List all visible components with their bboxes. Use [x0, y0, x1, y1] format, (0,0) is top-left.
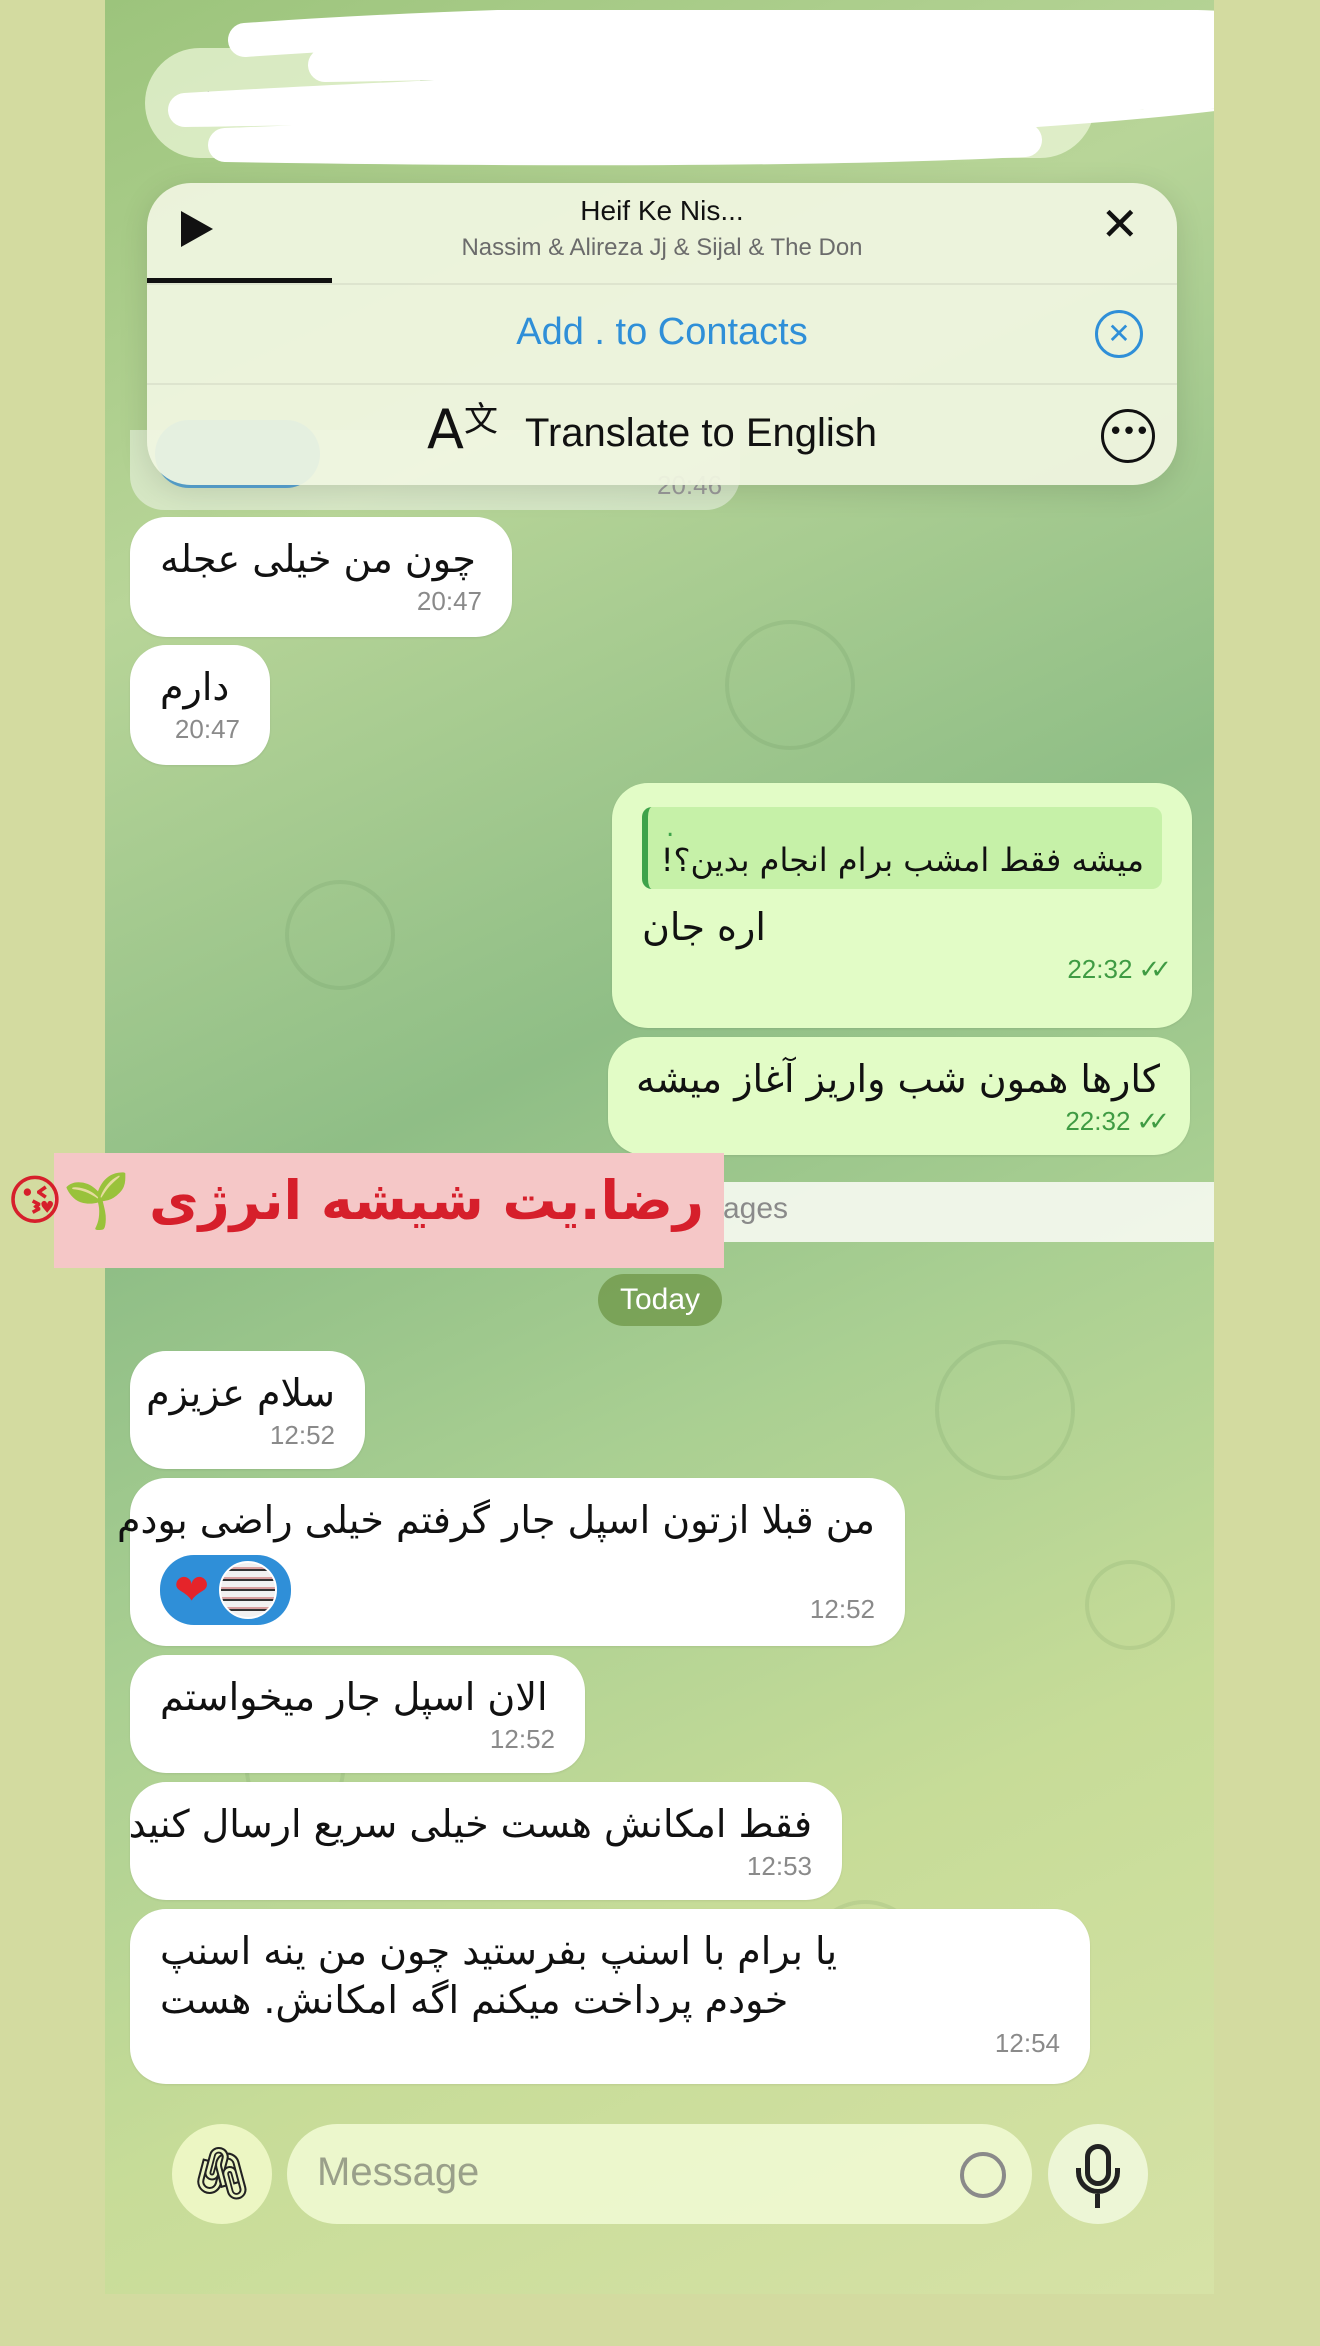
outgoing-message[interactable]: کارها همون شب واریز آغاز میشه 22:32 ✓✓ [608, 1037, 1190, 1155]
message-time: 12:52 [809, 1594, 875, 1625]
message-placeholder: Message [317, 2150, 480, 2194]
incoming-message[interactable]: الان اسپل جار میخواستم 12:52 [130, 1655, 585, 1773]
music-player-bar[interactable]: Heif Ke Nis... Nassim & Alireza Jj & Sij… [147, 183, 1177, 283]
incoming-message[interactable]: دارم 20:47 [130, 645, 270, 765]
reactor-avatar [219, 1561, 278, 1620]
message-time: 20:47 [174, 714, 240, 745]
message-text: الان اسپل جار میخواستم [160, 1675, 548, 1719]
translate-bar[interactable]: A文 Translate to English ••• [147, 383, 1177, 483]
wallpaper-doodle [1085, 1560, 1175, 1650]
message-text: سلام عزیزم [146, 1371, 335, 1415]
more-options-icon[interactable]: ••• [1101, 409, 1155, 463]
wallpaper-doodle [935, 1340, 1075, 1480]
message-time: 20:47 [416, 586, 482, 617]
wallpaper-doodle [725, 620, 855, 750]
heart-reaction-icon: ❤ [174, 1565, 210, 1615]
unread-label: ages [723, 1192, 789, 1225]
message-text: فقط امکانش هست خیلی سریع ارسال کنید [128, 1802, 812, 1846]
song-title: Heif Ke Nis... [580, 195, 744, 226]
message-status: 22:32 ✓✓ [638, 1106, 1169, 1137]
dismiss-icon[interactable]: ✕ [1095, 310, 1143, 358]
translate-label[interactable]: Translate to English [525, 411, 877, 456]
add-contact-bar[interactable]: Add . to Contacts ✕ [147, 283, 1177, 383]
date-separator: Today [598, 1274, 723, 1326]
sticker-icon[interactable] [960, 2152, 1006, 2198]
microphone-stand [1076, 2168, 1120, 2194]
message-text: کارها همون شب واریز آغاز میشه [636, 1057, 1160, 1101]
redaction-scribble [168, 10, 1214, 166]
pinned-banners: Heif Ke Nis... Nassim & Alireza Jj & Sij… [147, 183, 1177, 485]
add-to-contacts-link[interactable]: Add . to Contacts [147, 311, 1177, 354]
incoming-message[interactable]: چون من خیلی عجله 20:47 [130, 517, 512, 637]
microphone-leg [1095, 2194, 1100, 2208]
message-time: 12:54 [994, 2027, 1060, 2058]
message-time: 12:53 [746, 1851, 812, 1882]
message-input[interactable]: Message [287, 2124, 1032, 2224]
reply-text: میشه فقط امشب برام انجام بدین؟! [660, 841, 1144, 879]
message-text: من قبلا ازتون اسپل جار گرفتم خیلی راضی ب… [117, 1498, 875, 1542]
message-time: 12:52 [269, 1420, 335, 1451]
outgoing-message[interactable]: . میشه فقط امشب برام انجام بدین؟! اره جا… [612, 783, 1192, 1028]
double-check-icon: ✓✓ [1138, 954, 1171, 985]
message-text: دارم [160, 665, 230, 709]
message-status: 22:32 ✓✓ [642, 954, 1171, 985]
incoming-message[interactable]: یا برام با اسنپ بفرستید چون من ینه اسنپ … [130, 1909, 1090, 2084]
message-time: 22:32 [1067, 954, 1133, 985]
message-text: چون من خیلی عجله [160, 537, 476, 581]
voice-record-button[interactable] [1048, 2124, 1148, 2224]
paperclip-icon: 🖇 [188, 2144, 255, 2204]
caption-sticker: رضا.یت شیشه انرژی 🌱😘 [6, 1153, 724, 1268]
wallpaper-doodle [285, 880, 395, 990]
message-time: 22:32 [1065, 1106, 1131, 1137]
sticker-text: رضا.یت شیشه انرژی 🌱😘 [6, 1169, 704, 1232]
reaction-badge[interactable]: ❤ [160, 1555, 292, 1626]
close-icon[interactable]: ✕ [1100, 201, 1139, 247]
incoming-message[interactable]: من قبلا ازتون اسپل جار گرفتم خیلی راضی ب… [117, 1478, 905, 1646]
message-text: خودم پرداخت میکنم اگه امکانش. هست [160, 1978, 789, 2023]
reply-author: . [666, 813, 675, 843]
double-check-icon: ✓✓ [1136, 1106, 1169, 1137]
song-artist: Nassim & Alireza Jj & Sijal & The Don [461, 234, 863, 261]
incoming-message[interactable]: سلام عزیزم 12:52 [130, 1351, 365, 1469]
message-text: اره جان [642, 905, 766, 949]
reply-quote[interactable]: . میشه فقط امشب برام انجام بدین؟! [642, 807, 1162, 889]
translate-icon: A文 [427, 398, 498, 461]
attach-button[interactable]: 🖇 [172, 2124, 272, 2224]
message-time: 12:52 [489, 1724, 555, 1755]
chat-screen: ‹ 20:46 Heif Ke Nis... Nassim & Alireza … [105, 0, 1214, 2294]
incoming-message[interactable]: فقط امکانش هست خیلی سریع ارسال کنید 12:5… [128, 1782, 842, 1900]
message-text: یا برام با اسنپ بفرستید چون من ینه اسنپ [160, 1929, 838, 1973]
